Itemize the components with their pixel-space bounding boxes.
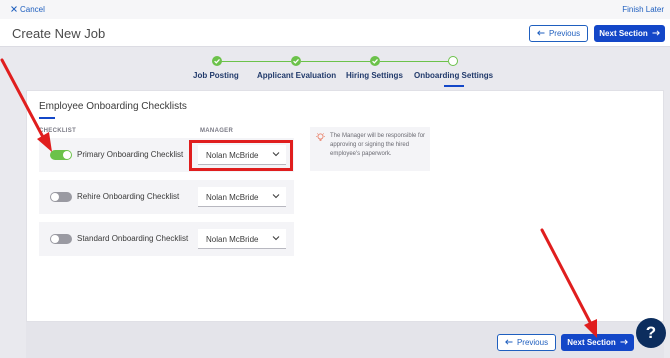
top-bar: Cancel Finish Later bbox=[0, 0, 670, 19]
step-connector bbox=[221, 61, 291, 62]
check-icon bbox=[370, 56, 380, 66]
toggle-knob bbox=[63, 151, 71, 159]
step-label: Onboarding Settings bbox=[414, 71, 494, 80]
page-header: Create New Job Previous Next Section bbox=[0, 19, 670, 47]
annotation-highlight-box bbox=[189, 140, 293, 171]
column-header-checklist: CHECKLIST bbox=[39, 128, 77, 134]
step-label: Job Posting bbox=[193, 71, 239, 80]
previous-label: Previous bbox=[548, 29, 581, 38]
previous-label: Previous bbox=[516, 338, 549, 347]
manager-info-text: The Manager will be responsible for appr… bbox=[330, 133, 426, 157]
current-step-indicator bbox=[444, 85, 464, 87]
footer-next-section-button[interactable]: Next Section bbox=[561, 334, 634, 351]
finish-later-link[interactable]: Finish Later bbox=[622, 5, 664, 14]
next-section-button[interactable]: Next Section bbox=[594, 25, 665, 42]
step-connector bbox=[301, 61, 371, 62]
arrow-left-icon bbox=[505, 338, 513, 347]
cancel-label: Cancel bbox=[20, 5, 45, 14]
checklist-row: Standard Onboarding Checklist Nolan McBr… bbox=[39, 222, 294, 256]
manager-select-value: Nolan McBride bbox=[206, 193, 259, 202]
manager-select-rehire[interactable]: Nolan McBride bbox=[198, 187, 286, 207]
manager-info-note: The Manager will be responsible for appr… bbox=[310, 127, 430, 171]
previous-button[interactable]: Previous bbox=[529, 25, 588, 42]
checklist-toggle-primary[interactable] bbox=[50, 150, 72, 160]
step-label: Hiring Settings bbox=[346, 71, 403, 80]
step-connector bbox=[380, 61, 448, 62]
chevron-down-icon bbox=[272, 192, 280, 202]
arrow-right-icon bbox=[652, 29, 660, 38]
checklist-toggle-standard[interactable] bbox=[50, 234, 72, 244]
checklist-label: Rehire Onboarding Checklist bbox=[77, 192, 180, 201]
check-icon bbox=[291, 56, 301, 66]
toggle-knob bbox=[51, 193, 59, 201]
footer-previous-button[interactable]: Previous bbox=[497, 334, 556, 351]
checklist-toggle-rehire[interactable] bbox=[50, 192, 72, 202]
close-icon bbox=[11, 5, 17, 14]
page-title: Create New Job bbox=[12, 26, 106, 41]
arrow-right-icon bbox=[620, 338, 628, 347]
checklist-label: Primary Onboarding Checklist bbox=[77, 150, 184, 159]
cancel-link[interactable]: Cancel bbox=[11, 5, 45, 14]
step-label: Applicant Evaluation bbox=[257, 71, 337, 80]
toggle-knob bbox=[51, 235, 59, 243]
footer-bar: Previous Next Section bbox=[26, 322, 664, 358]
lightbulb-icon bbox=[315, 132, 326, 147]
checklist-row: Rehire Onboarding Checklist Nolan McBrid… bbox=[39, 180, 294, 214]
help-label: ? bbox=[645, 323, 657, 342]
chevron-down-icon bbox=[272, 234, 280, 244]
arrow-left-icon bbox=[537, 29, 545, 38]
next-section-label: Next Section bbox=[599, 29, 648, 38]
manager-select-value: Nolan McBride bbox=[206, 235, 259, 244]
check-icon bbox=[212, 56, 222, 66]
help-button[interactable]: ? bbox=[636, 318, 666, 348]
section-title: Employee Onboarding Checklists bbox=[39, 101, 187, 112]
onboarding-settings-card: Employee Onboarding Checklists CHECKLIST… bbox=[26, 90, 664, 322]
checklist-label: Standard Onboarding Checklist bbox=[77, 234, 189, 243]
column-header-manager: MANAGER bbox=[200, 128, 234, 134]
next-section-label: Next Section bbox=[567, 338, 616, 347]
section-title-underline bbox=[39, 117, 55, 119]
progress-stepper: Job Posting Applicant Evaluation Hiring … bbox=[0, 47, 670, 89]
manager-select-standard[interactable]: Nolan McBride bbox=[198, 229, 286, 249]
step-current-marker bbox=[448, 56, 458, 66]
